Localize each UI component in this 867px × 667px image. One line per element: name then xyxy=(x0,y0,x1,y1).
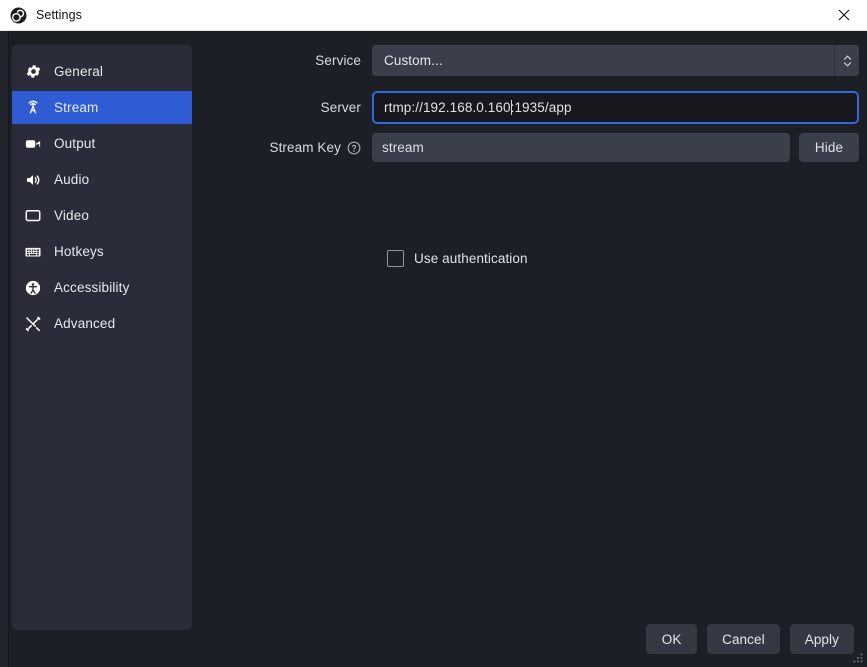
use-authentication-checkbox[interactable] xyxy=(387,250,404,267)
service-select[interactable]: Custom... xyxy=(372,45,859,76)
server-label: Server xyxy=(210,100,372,115)
close-button[interactable] xyxy=(821,0,867,30)
sidebar-item-general[interactable]: General xyxy=(12,55,192,88)
keyboard-icon xyxy=(23,242,43,262)
sidebar-item-label: Audio xyxy=(54,172,89,187)
help-circle-icon[interactable] xyxy=(347,141,361,155)
sidebar-item-audio[interactable]: Audio xyxy=(12,163,192,196)
accessibility-icon xyxy=(23,278,43,298)
apply-button[interactable]: Apply xyxy=(790,624,854,654)
resize-grip-icon[interactable] xyxy=(852,652,864,664)
cancel-button[interactable]: Cancel xyxy=(707,624,780,654)
sidebar-item-accessibility[interactable]: Accessibility xyxy=(12,271,192,304)
stream-key-row: Stream Key stream Hide xyxy=(210,133,859,162)
sidebar-item-label: Output xyxy=(54,136,95,151)
sidebar-item-stream[interactable]: Stream xyxy=(12,91,192,124)
monitor-icon xyxy=(23,206,43,226)
chevron-updown-icon[interactable] xyxy=(834,45,859,76)
stream-key-label-group: Stream Key xyxy=(210,140,372,155)
server-row: Server rtmp://192.168.0.160:1935/app xyxy=(210,91,859,124)
settings-dialog: Settings General xyxy=(0,0,867,667)
video-camera-icon xyxy=(23,134,43,154)
stream-settings-form: Service Custom... Server rtmp://192.168.… xyxy=(210,31,867,667)
tools-icon xyxy=(23,314,43,334)
sidebar-item-label: General xyxy=(54,64,103,79)
sidebar-item-label: Video xyxy=(54,208,89,223)
service-label: Service xyxy=(210,53,372,68)
sidebar-item-label: Advanced xyxy=(54,316,115,331)
stream-key-label: Stream Key xyxy=(269,140,341,155)
sidebar-item-advanced[interactable]: Advanced xyxy=(12,307,192,340)
stream-key-input[interactable]: stream xyxy=(372,133,790,162)
title-bar: Settings xyxy=(0,0,867,31)
obs-logo-icon xyxy=(10,7,27,24)
dialog-footer: OK Cancel Apply xyxy=(646,624,854,654)
sidebar-item-label: Accessibility xyxy=(54,280,129,295)
server-input[interactable]: rtmp://192.168.0.160:1935/app xyxy=(372,91,859,124)
sidebar-item-label: Stream xyxy=(54,100,98,115)
server-input-value-after-caret: :1935/app xyxy=(511,100,572,115)
use-authentication-row: Use authentication xyxy=(387,250,528,267)
stream-key-hide-button[interactable]: Hide xyxy=(799,133,859,162)
sidebar-item-label: Hotkeys xyxy=(54,244,104,259)
close-icon xyxy=(838,9,850,21)
service-selected-value: Custom... xyxy=(372,53,834,68)
service-row: Service Custom... xyxy=(210,45,859,76)
use-authentication-label[interactable]: Use authentication xyxy=(414,251,528,266)
sidebar-item-video[interactable]: Video xyxy=(12,199,192,232)
sidebar-item-output[interactable]: Output xyxy=(12,127,192,160)
stream-key-value: stream xyxy=(372,140,424,155)
dialog-body: General Stream xyxy=(0,31,867,667)
speaker-icon xyxy=(23,170,43,190)
ok-button[interactable]: OK xyxy=(646,624,697,654)
server-input-value-before-caret: rtmp://192.168.0.160 xyxy=(374,100,511,115)
window-edge-strip xyxy=(0,31,9,667)
gear-icon xyxy=(23,62,43,82)
settings-sidebar: General Stream xyxy=(12,45,192,630)
broadcast-icon xyxy=(23,98,43,118)
window-title: Settings xyxy=(36,8,821,22)
sidebar-item-hotkeys[interactable]: Hotkeys xyxy=(12,235,192,268)
